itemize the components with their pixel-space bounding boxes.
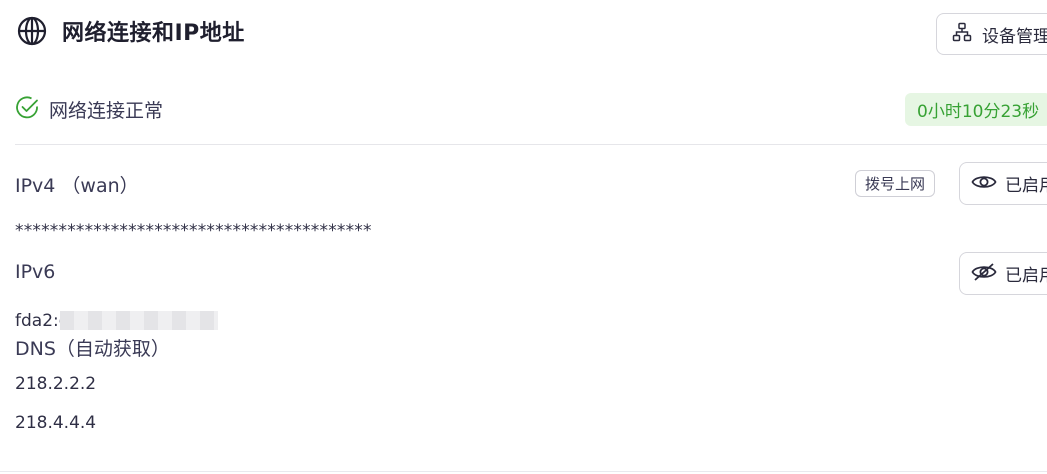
- eye-icon: [971, 172, 997, 196]
- redacted-mask: [60, 311, 218, 330]
- ipv6-toggle-label: 已启用: [1005, 266, 1047, 286]
- ipv4-address: ****************************************…: [15, 221, 372, 241]
- device-management-button[interactable]: 设备管理: [936, 13, 1047, 55]
- ipv4-toggle-label: 已启用: [1005, 176, 1047, 196]
- network-tree-icon: [952, 22, 972, 46]
- ipv4-toggle-button[interactable]: 已启用: [959, 162, 1047, 205]
- network-card: 网络连接和IP地址 设备管理 网络连接正常 0小时10分23秒 IPv4 （wa…: [0, 0, 1047, 474]
- dns-server: 218.2.2.2: [15, 374, 97, 394]
- dns-server: 218.4.4.4: [15, 413, 97, 433]
- divider: [0, 471, 1047, 472]
- ipv6-toggle-button[interactable]: 已启用: [959, 252, 1047, 295]
- ipv4-label: IPv4 （wan）: [15, 175, 139, 197]
- connection-status: 网络连接正常: [15, 95, 163, 124]
- dialup-tag: 拨号上网: [855, 170, 936, 197]
- device-management-label: 设备管理: [982, 26, 1047, 47]
- uptime-badge: 0小时10分23秒: [905, 93, 1047, 126]
- divider: [15, 144, 1047, 145]
- card-header: 网络连接和IP地址: [16, 15, 245, 47]
- eye-off-icon: [971, 262, 997, 286]
- dns-label: DNS（自动获取）: [15, 338, 170, 360]
- connection-status-text: 网络连接正常: [49, 100, 164, 122]
- globe-icon: [16, 15, 48, 47]
- check-circle-icon: [15, 95, 40, 124]
- page-title: 网络连接和IP地址: [62, 21, 245, 46]
- ipv6-label: IPv6: [15, 261, 56, 283]
